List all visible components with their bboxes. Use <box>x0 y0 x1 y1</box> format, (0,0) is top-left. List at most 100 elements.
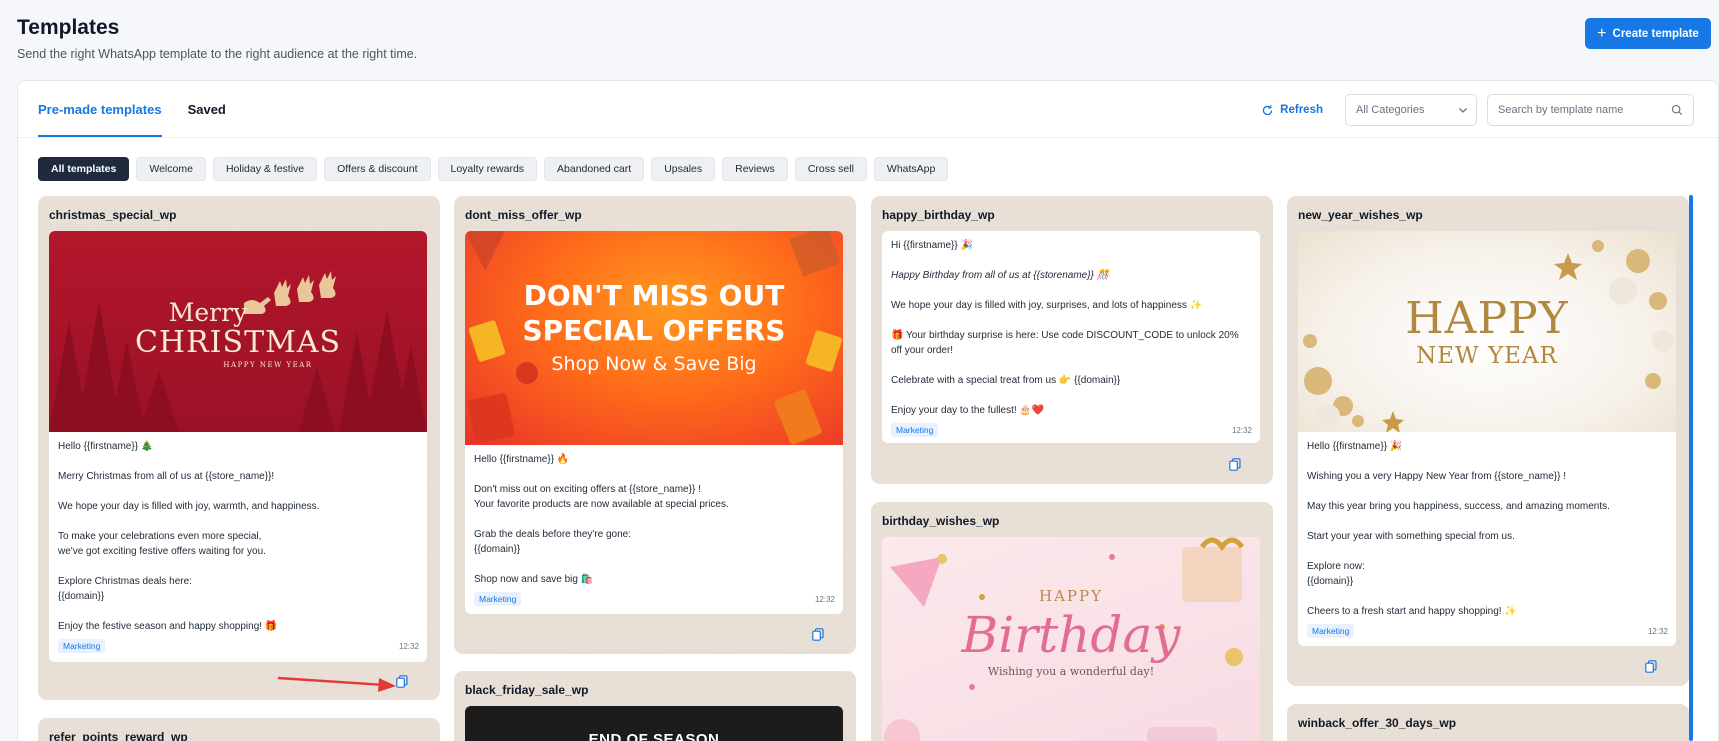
refresh-button[interactable]: Refresh <box>1261 104 1323 117</box>
category-badge: Marketing <box>58 639 106 653</box>
message-line: Don't miss out on exciting offers at {{s… <box>474 484 701 495</box>
message-line <box>1307 589 1667 604</box>
banner-line-2: CHRISTMAS <box>134 325 342 360</box>
template-card-title: dont_miss_offer_wp <box>465 208 582 222</box>
message-line: 🎁 Your birthday surprise is here: Use co… <box>891 330 1239 341</box>
chip-whatsapp[interactable]: WhatsApp <box>873 157 949 181</box>
template-card-title: winback_offer_30_days_wp <box>1298 716 1457 730</box>
banner-line-3: HAPPY NEW YEAR <box>223 361 313 369</box>
chip-welcome[interactable]: Welcome <box>136 157 206 181</box>
message-time: 12:32 <box>814 594 835 604</box>
chevron-down-icon <box>1459 108 1467 113</box>
template-card-refer-points[interactable]: refer_points_reward_wp <box>38 718 440 741</box>
message-line: May this year bring you happiness, succe… <box>1307 501 1610 512</box>
template-card-happy-birthday[interactable]: happy_birthday_wp Hi {{firstname}} 🎉 Hap… <box>871 196 1273 484</box>
template-card-dont-miss-offer[interactable]: dont_miss_offer_wp DON'T MISS OUT SPECIA… <box>454 196 856 654</box>
template-card-title: black_friday_sale_wp <box>465 683 589 697</box>
message-line: Happy Birthday from all of us at {{store… <box>891 270 1110 281</box>
message-bubble: Hi {{firstname}} 🎉 Happy Birthday from a… <box>882 231 1260 443</box>
message-footer: Marketing 12:32 <box>882 423 1260 443</box>
annotation-arrow <box>277 676 396 692</box>
message-line: Hello {{firstname}} 🔥 <box>474 454 570 465</box>
chip-abandoned-cart[interactable]: Abandoned cart <box>544 157 645 181</box>
chip-offers-discount[interactable]: Offers & discount <box>324 157 431 181</box>
message-line: We hope your day is filled with joy, sur… <box>891 300 1203 311</box>
tab-bar: Pre-made templates Saved <box>38 81 226 137</box>
banner-line-2: NEW YEAR <box>1416 343 1558 369</box>
banner-line-1: END OF SEASON <box>588 731 720 741</box>
category-badge: Marketing <box>891 423 939 437</box>
chip-holiday-festive[interactable]: Holiday & festive <box>212 157 318 181</box>
chip-upsales[interactable]: Upsales <box>651 157 716 181</box>
create-template-button[interactable]: + Create template <box>1585 18 1711 49</box>
template-card-title: happy_birthday_wp <box>882 208 995 222</box>
message-line <box>474 557 834 572</box>
message-line: To make your celebrations even more spec… <box>58 531 262 542</box>
message-line: Cheers to a fresh start and happy shoppi… <box>1307 606 1517 617</box>
message-line: {{domain}} <box>474 544 521 555</box>
message-time: 12:32 <box>1231 425 1252 435</box>
message-body: Hello {{firstname}} 🎉 Wishing you a very… <box>1298 432 1676 624</box>
template-card-title: new_year_wishes_wp <box>1298 208 1423 222</box>
search-input[interactable] <box>1498 104 1658 116</box>
message-line: off your order! <box>891 345 954 356</box>
message-body: Hello {{firstname}} 🎄 Merry Christmas fr… <box>49 432 427 639</box>
banner-line-2: SPECIAL OFFERS <box>522 314 786 347</box>
banner-line-3: Wishing you a wonderful day! <box>987 665 1155 678</box>
banner-line-2: Birthday <box>961 606 1181 664</box>
message-line: Hello {{firstname}} 🎉 <box>1307 441 1403 452</box>
template-card-winback-offer[interactable]: winback_offer_30_days_wp <box>1287 704 1689 741</box>
banner-line-1: Merry <box>168 298 248 327</box>
message-time: 12:32 <box>1647 626 1668 636</box>
page-title: Templates <box>17 16 120 39</box>
template-card-black-friday[interactable]: black_friday_sale_wp END OF SEASON <box>454 671 856 741</box>
search-box <box>1487 94 1694 126</box>
copy-icon[interactable] <box>1229 458 1241 471</box>
template-card-title: birthday_wishes_wp <box>882 514 1000 528</box>
message-bubble: HAPPY Birthday Wishing you a wonderful d… <box>882 537 1260 741</box>
copy-icon[interactable] <box>1645 660 1657 673</box>
chip-cross-sell[interactable]: Cross sell <box>794 157 867 181</box>
tab-saved[interactable]: Saved <box>188 81 226 137</box>
chip-reviews[interactable]: Reviews <box>722 157 788 181</box>
chip-all-templates[interactable]: All templates <box>38 157 130 181</box>
template-card-christmas[interactable]: christmas_special_wp Merry CHRISTMAS HAP… <box>38 196 440 700</box>
tab-pre-made-templates[interactable]: Pre-made templates <box>38 81 162 137</box>
message-bubble: DON'T MISS OUT SPECIAL OFFERS Shop Now &… <box>465 231 843 614</box>
refresh-icon <box>1262 104 1273 115</box>
message-line <box>58 514 418 529</box>
offers-banner-image: DON'T MISS OUT SPECIAL OFFERS Shop Now &… <box>465 231 843 445</box>
message-line <box>1307 454 1667 469</box>
scrollbar-thumb[interactable] <box>1689 195 1693 741</box>
message-line <box>1307 484 1667 499</box>
copy-icon[interactable] <box>812 628 824 641</box>
create-template-label: Create template <box>1612 27 1699 40</box>
message-line <box>58 559 418 574</box>
page-header: Templates Send the right WhatsApp templa… <box>17 16 1711 72</box>
message-body: Hello {{firstname}} 🔥 Don't miss out on … <box>465 445 843 592</box>
message-bubble: HAPPY NEW YEAR Hello {{firstname}} 🎉 Wis… <box>1298 231 1676 646</box>
message-line: Start your year with something special f… <box>1307 531 1515 542</box>
search-icon[interactable] <box>1671 104 1683 116</box>
banner-line-3: Shop Now & Save Big <box>551 353 757 375</box>
tabs-divider <box>18 137 1718 138</box>
banner-line-1: HAPPY <box>1405 293 1569 344</box>
message-line <box>58 454 418 469</box>
message-line: Grab the deals before they're gone: <box>474 529 632 540</box>
message-line: we've got exciting festive offers waitin… <box>58 546 266 557</box>
message-line <box>891 313 1251 328</box>
template-card-birthday-wishes[interactable]: birthday_wishes_wp HAPPY Birthday Wishin… <box>871 502 1273 741</box>
message-line <box>1307 544 1667 559</box>
christmas-banner-image: Merry CHRISTMAS HAPPY NEW YEAR <box>49 231 427 432</box>
category-select[interactable]: All Categories <box>1345 94 1477 126</box>
message-line: {{domain}} <box>58 591 105 602</box>
template-card-new-year-wishes[interactable]: new_year_wishes_wp HAPPY NEW YEAR Hello … <box>1287 196 1689 686</box>
template-card-title: refer_points_reward_wp <box>49 730 188 741</box>
message-line <box>891 283 1251 298</box>
message-line <box>891 253 1251 268</box>
message-line <box>891 388 1251 403</box>
chip-loyalty-rewards[interactable]: Loyalty rewards <box>437 157 538 181</box>
refresh-label: Refresh <box>1280 104 1323 116</box>
message-line <box>58 604 418 619</box>
message-line <box>1307 514 1667 529</box>
